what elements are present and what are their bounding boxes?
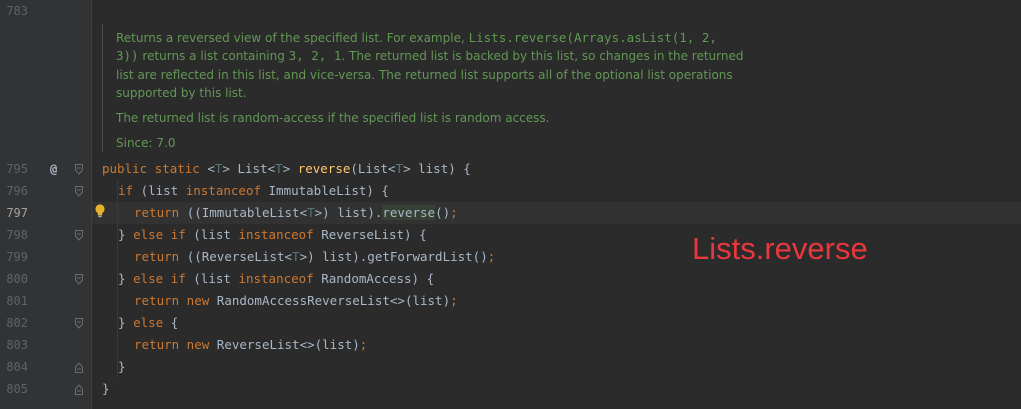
line-number: 802: [6, 316, 28, 330]
token-type-param: T: [275, 161, 283, 176]
fold-collapse-icon[interactable]: [75, 164, 83, 175]
doc-text: returns a list containing: [138, 49, 289, 64]
fold-collapse-icon[interactable]: [75, 230, 83, 241]
fold-expand-end-icon[interactable]: [75, 362, 83, 373]
line-number: 805: [6, 382, 28, 396]
line-number: 800: [6, 272, 28, 286]
code-line-799[interactable]: return ((ReverseList<T>) list).getForwar…: [134, 246, 495, 268]
override-annotation-icon[interactable]: @: [50, 158, 57, 180]
token: (list: [193, 271, 239, 286]
token: ((ReverseList<: [186, 249, 293, 264]
token-keyword: else: [133, 315, 171, 330]
lightbulb-icon[interactable]: [94, 203, 106, 218]
token-semicolon: ;: [487, 249, 496, 264]
token: ReverseList<>(list): [216, 337, 360, 352]
token-keyword: instanceof: [238, 271, 322, 286]
token-method: reverse: [297, 161, 351, 176]
token-keyword: return new: [134, 293, 217, 308]
code-line-804[interactable]: }: [118, 356, 126, 378]
token: ReverseList) {: [321, 227, 427, 242]
line-number-current: 797: [6, 206, 28, 220]
token: (list: [140, 183, 186, 198]
line-number: 798: [6, 228, 28, 242]
token-type-param: T: [292, 249, 300, 264]
code-line-798[interactable]: } else if (list instanceof ReverseList) …: [118, 224, 427, 246]
doc-text: Returns a reversed view of the specified…: [116, 31, 469, 45]
doc-code: 3, 2, 1: [288, 48, 342, 64]
code-line-800[interactable]: } else if (list instanceof RandomAccess)…: [118, 268, 434, 290]
token: }: [118, 315, 134, 330]
token: ((ImmutableList<: [186, 205, 308, 220]
javadoc-since: Since: 7.0: [116, 136, 176, 150]
token: >: [282, 161, 298, 176]
token-keyword: else if: [133, 227, 194, 242]
javadoc-rendered-block: Returns a reversed view of the specified…: [102, 24, 863, 152]
token-keyword: if: [118, 183, 141, 198]
doc-code: 3)): [116, 48, 139, 64]
fold-expand-end-icon[interactable]: [75, 384, 83, 395]
token-keyword: instanceof: [185, 183, 269, 198]
code-line-803[interactable]: return new ReverseList<>(list);: [134, 334, 367, 356]
token-semicolon: ;: [450, 205, 458, 220]
token-type-param: T: [395, 161, 404, 176]
doc-code: Lists.reverse(Arrays.asList(1, 2,: [468, 30, 717, 45]
code-line-796[interactable]: if (list instanceof ImmutableList) {: [118, 180, 389, 202]
token: > list) {: [403, 161, 471, 176]
code-line-801[interactable]: return new RandomAccessReverseList<>(lis…: [134, 290, 458, 312]
token-keyword: return: [134, 205, 187, 220]
token: >) list).: [314, 205, 383, 220]
code-line-797[interactable]: return ((ImmutableList<T>) list).reverse…: [134, 202, 458, 224]
code-line-795[interactable]: public static <T> List<T> reverse(List<T…: [102, 158, 471, 180]
token-type-param: T: [307, 205, 315, 220]
fold-collapse-icon[interactable]: [75, 186, 83, 197]
token-keyword: else if: [133, 271, 194, 286]
javadoc-paragraph: Returns a reversed view of the specified…: [116, 29, 756, 102]
fold-collapse-icon[interactable]: [75, 274, 83, 285]
overlay-caption: Lists.reverse: [692, 231, 868, 266]
token-method-highlighted: reverse: [382, 205, 436, 220]
token: RandomAccessReverseList<>(list): [216, 293, 451, 308]
token: (): [435, 205, 451, 220]
token-keyword: instanceof: [238, 227, 322, 242]
line-number: 783: [6, 4, 28, 18]
line-number: 796: [6, 184, 28, 198]
token-keyword: public static: [102, 161, 208, 176]
token: >) list).getForwardList(): [299, 249, 488, 264]
line-number: 804: [6, 360, 28, 374]
token: <: [207, 161, 215, 176]
line-number: 801: [6, 294, 28, 308]
token: }: [118, 271, 134, 286]
token: }: [118, 227, 134, 242]
line-number: 799: [6, 250, 28, 264]
line-number: 803: [6, 338, 28, 352]
code-line-805[interactable]: }: [102, 378, 110, 400]
line-number: 795: [6, 162, 28, 176]
token-keyword: return new: [134, 337, 217, 352]
token-keyword: return: [134, 249, 187, 264]
javadoc-paragraph: The returned list is random-access if th…: [116, 111, 550, 125]
token: ImmutableList) {: [268, 183, 389, 198]
token: (list: [193, 227, 239, 242]
token-semicolon: ;: [359, 337, 368, 352]
code-line-802[interactable]: } else {: [118, 312, 178, 334]
token: {: [170, 315, 179, 330]
token: RandomAccess) {: [321, 271, 435, 286]
token: (List<: [350, 161, 396, 176]
token: > List<: [222, 161, 276, 176]
token-semicolon: ;: [450, 293, 458, 308]
fold-collapse-icon[interactable]: [75, 318, 83, 329]
